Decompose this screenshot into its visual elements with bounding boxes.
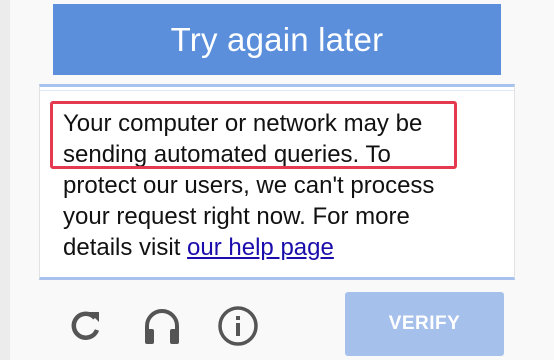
panel-divider	[40, 90, 514, 91]
message-line-3: protect our users, we can't process	[63, 172, 435, 199]
message-line-5-prefix: details visit	[63, 234, 188, 261]
reload-icon	[71, 311, 100, 340]
header-title: Try again later	[170, 20, 384, 58]
reload-button[interactable]	[63, 304, 107, 348]
captcha-controls: VERIFY	[0, 290, 554, 360]
message-line-4: your request right now. For more	[63, 203, 410, 230]
verify-button[interactable]: VERIFY	[345, 292, 504, 356]
headphones-icon	[145, 309, 179, 344]
info-icon	[218, 306, 258, 346]
error-message-text: Your computer or network may be sending …	[63, 108, 503, 263]
help-page-link[interactable]: our help page	[187, 234, 334, 261]
audio-challenge-button[interactable]	[140, 304, 184, 348]
info-button[interactable]	[216, 304, 260, 348]
captcha-header: Try again later	[53, 4, 501, 75]
message-line-2-rest: To	[359, 141, 391, 168]
message-line-2: sending automated queries.	[63, 141, 360, 168]
error-message-panel: Your computer or network may be sending …	[39, 84, 515, 280]
message-line-1: Your computer or network may be	[63, 110, 423, 137]
